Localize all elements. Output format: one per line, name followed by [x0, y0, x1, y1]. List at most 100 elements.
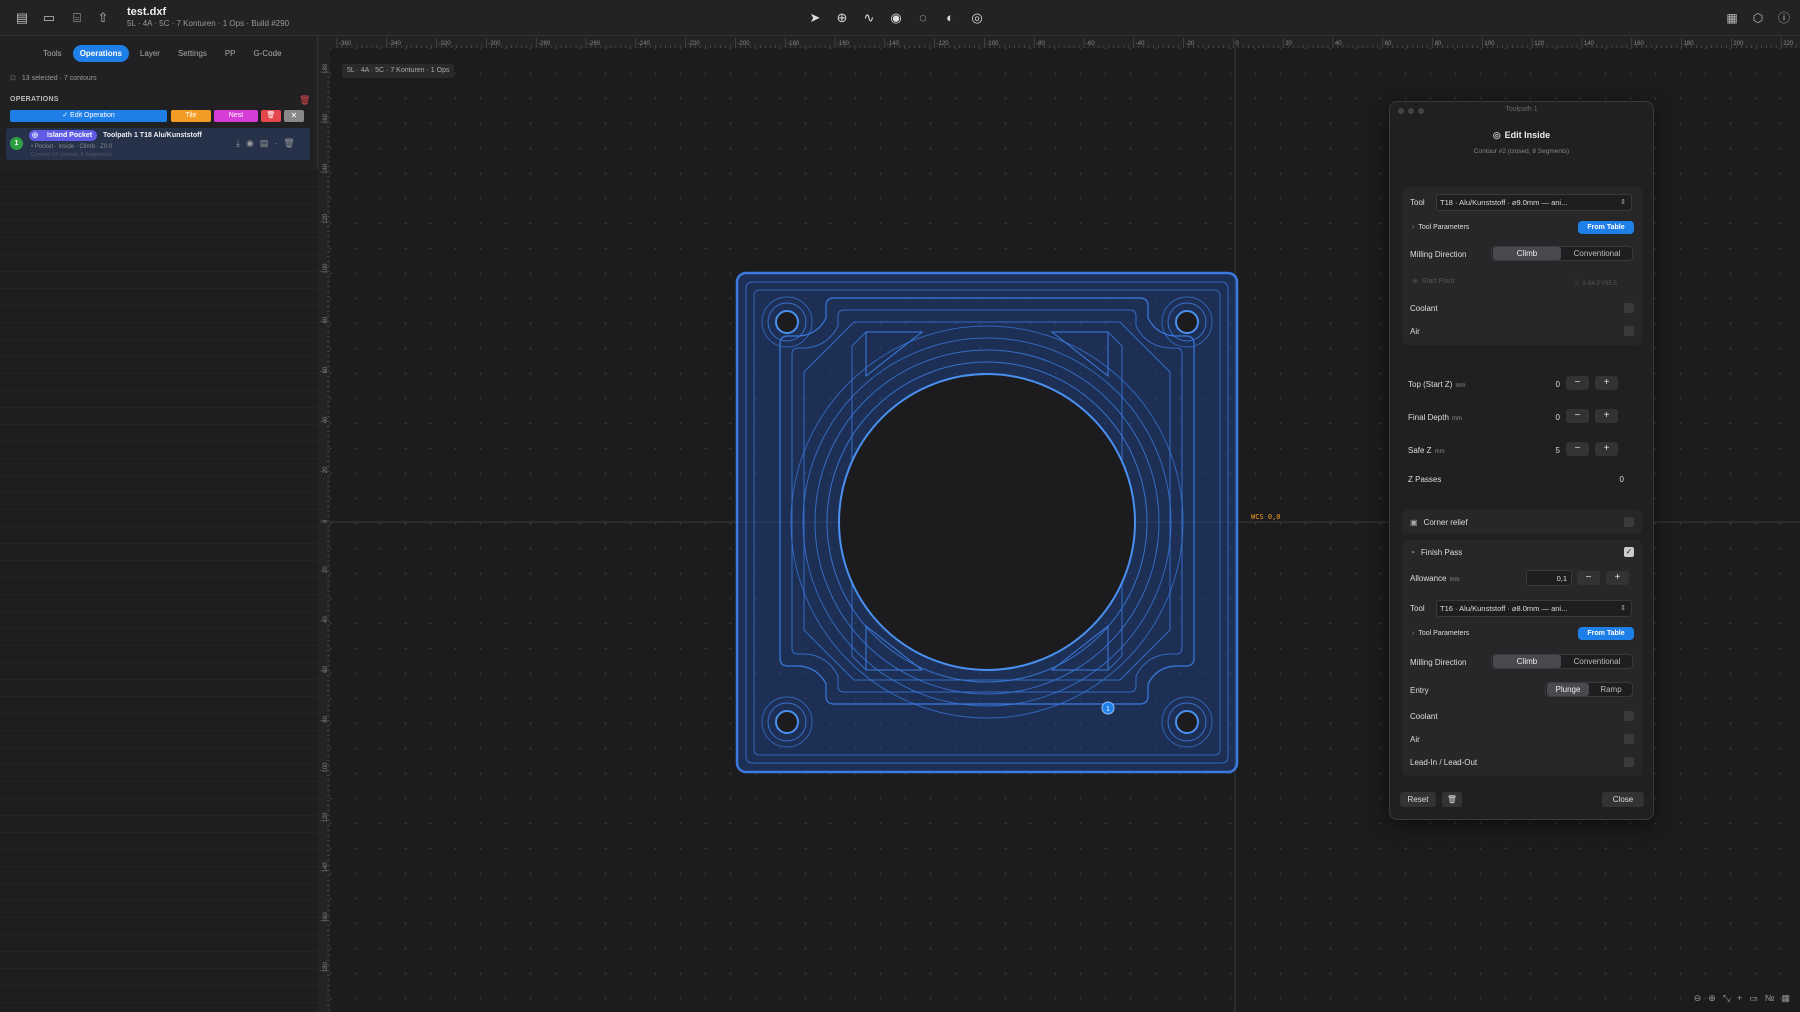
tab-layer[interactable]: Layer [133, 45, 167, 62]
final-depth-input[interactable]: 0 [1530, 413, 1560, 422]
chevron-updown-icon: ⇕ [1620, 605, 1626, 612]
start-point-number: 1 [1106, 706, 1110, 713]
mirror-icon[interactable]: ◐ [940, 8, 960, 28]
allowance-input[interactable]: 0,1 [1526, 570, 1572, 586]
final-depth-increment[interactable]: + [1595, 409, 1618, 423]
zoom-tools: ⊖ ⊕ ⤡ + ▭ № ▦ [1694, 993, 1790, 1004]
allowance-increment[interactable]: + [1606, 571, 1629, 585]
document-icon[interactable]: ▤ [260, 138, 269, 149]
finish-milling-direction-toggle: Climb Conventional [1491, 654, 1633, 669]
center-bore[interactable] [838, 373, 1136, 671]
file-name: test.dxf [127, 6, 167, 18]
final-depth-label: Final Depth mm [1408, 413, 1462, 422]
milling-direction-toggle: Climb Conventional [1491, 246, 1633, 261]
file-info: 5L · 4A · 5C · 7 Konturen · 1 Ops · Buil… [127, 19, 290, 28]
finish-tool-label: Tool [1410, 604, 1425, 613]
tab-gcode[interactable]: G-Code [247, 45, 289, 62]
tab-tools[interactable]: Tools [36, 45, 69, 62]
fit-icon[interactable]: ⤡ [1723, 993, 1730, 1004]
climb-option[interactable]: Climb [1493, 247, 1561, 260]
finish-coolant-label: Coolant [1410, 712, 1438, 721]
numbering-icon[interactable]: № [1765, 993, 1775, 1004]
tab-pp[interactable]: PP [218, 45, 243, 62]
export-icon[interactable]: ⤓ [236, 138, 240, 149]
warning-icon: ⓘ [1574, 281, 1581, 287]
finish-milling-direction-label: Milling Direction [1410, 658, 1467, 667]
share-icon[interactable]: ⇧ [95, 10, 111, 26]
tool-parameters-toggle[interactable]: › Tool Parameters [1412, 224, 1469, 231]
path-icon[interactable]: ∿ [859, 8, 879, 28]
finish-air-label: Air [1410, 735, 1420, 744]
add-icon[interactable]: + [1737, 993, 1742, 1004]
circle-tool-icon[interactable]: ◌ [913, 8, 933, 28]
z-passes-label: Z Passes [1408, 475, 1442, 484]
finish-tool-select[interactable]: T16 · Alu/Kunststoff · ⌀8.0mm — ani... ⇕ [1436, 600, 1632, 617]
record-icon[interactable]: ◉ [886, 8, 906, 28]
3d-cube-icon[interactable]: ⬡ [1750, 10, 1766, 26]
tab-settings[interactable]: Settings [171, 45, 214, 62]
delete-operation-button[interactable]: 🗑 [261, 110, 281, 122]
sidebar: Tools Operations Layer Settings PP G-Cod… [0, 36, 318, 1012]
tab-operations[interactable]: Operations [72, 45, 129, 62]
allowance-label: Allowance mm [1410, 574, 1460, 583]
nest-button[interactable]: Nest [214, 110, 258, 122]
plunge-option[interactable]: Plunge [1547, 683, 1589, 696]
safe-z-input[interactable]: 5 [1530, 446, 1560, 455]
coolant-checkbox[interactable] [1624, 303, 1634, 313]
operation-item[interactable]: 1 ◎ Island Pocket Toolpath 1 T18 Alu/Kuns… [6, 128, 310, 160]
title-bar: ▤ ▭ ⌸ ⇧ test.dxf 5L · 4A · 5C · 7 Kontur… [0, 0, 1800, 36]
reset-button[interactable]: Reset [1400, 792, 1436, 807]
finish-conventional-option[interactable]: Conventional [1563, 655, 1631, 668]
top-start-z-input[interactable]: 0 [1530, 380, 1560, 389]
start-point-button: ⊕ Start Point [1412, 278, 1455, 285]
conventional-option[interactable]: Conventional [1563, 247, 1631, 260]
lead-in-out-checkbox[interactable] [1624, 757, 1634, 767]
delete-all-icon[interactable]: 🗑 [299, 95, 310, 106]
chevron-right-icon: › [1412, 630, 1415, 637]
finish-coolant-checkbox[interactable] [1624, 711, 1634, 721]
finish-tool-parameters-toggle[interactable]: › Tool Parameters [1412, 630, 1469, 637]
finish-from-table-button[interactable]: From Table [1578, 627, 1634, 640]
from-table-button[interactable]: From Table [1578, 221, 1634, 234]
zoom-in-icon[interactable]: ⊕ [1708, 993, 1716, 1004]
pointer-icon[interactable]: ➤ [805, 8, 825, 28]
top-start-z-increment[interactable]: + [1595, 376, 1618, 390]
delete-button[interactable]: 🗑 [1442, 792, 1462, 807]
safe-z-increment[interactable]: + [1595, 442, 1618, 456]
zoom-out-icon[interactable]: ⊖ [1694, 993, 1702, 1004]
tool-select[interactable]: T18 · Alu/Kunststoff · ⌀9.0mm — ani... ⇕ [1436, 194, 1632, 211]
finish-pass-checkbox[interactable]: ✓ [1624, 547, 1634, 557]
grid-icon[interactable]: ▦ [1781, 993, 1790, 1004]
sidebar-toggle-icon[interactable]: ▤ [14, 10, 30, 26]
chevron-updown-icon: ⇕ [1620, 199, 1626, 206]
tool-label: Tool [1410, 198, 1425, 207]
top-start-z-decrement[interactable]: − [1566, 376, 1589, 390]
trash-icon[interactable]: 🗑 [283, 138, 294, 149]
operation-type-badge: ◎ Island Pocket [29, 130, 98, 141]
start-point-value: ⓘ X-94.0 Y95.5 [1574, 281, 1617, 287]
crosshair-icon[interactable]: ⊕ [832, 8, 852, 28]
open-folder-icon[interactable]: ▭ [41, 10, 57, 26]
save-icon[interactable]: ⌸ [69, 10, 85, 26]
info-icon[interactable]: ⓘ [1776, 10, 1792, 26]
ruler-icon[interactable]: ▭ [1749, 993, 1758, 1004]
more-icon[interactable]: · [274, 138, 277, 149]
tile-button[interactable]: Tile [171, 110, 211, 122]
close-button[interactable]: Close [1602, 792, 1644, 807]
allowance-decrement[interactable]: − [1577, 571, 1600, 585]
safe-z-decrement[interactable]: − [1566, 442, 1589, 456]
ramp-option[interactable]: Ramp [1590, 683, 1632, 696]
entry-toggle: Plunge Ramp [1545, 682, 1633, 697]
air-checkbox[interactable] [1624, 326, 1634, 336]
finish-climb-option[interactable]: Climb [1493, 655, 1561, 668]
corner-relief-icon: ▣ [1410, 518, 1418, 527]
cancel-button[interactable]: ✕ [284, 110, 304, 122]
top-start-z-label: Top (Start Z) mm [1408, 380, 1466, 389]
visibility-icon[interactable]: ◉ [246, 138, 254, 149]
finish-air-checkbox[interactable] [1624, 734, 1634, 744]
target-icon[interactable]: ◎ [967, 8, 987, 28]
grid-view-icon[interactable]: ▦ [1724, 10, 1740, 26]
final-depth-decrement[interactable]: − [1566, 409, 1589, 423]
edit-operation-button[interactable]: ✓ Edit Operation [10, 110, 167, 122]
corner-relief-checkbox[interactable] [1624, 517, 1634, 527]
